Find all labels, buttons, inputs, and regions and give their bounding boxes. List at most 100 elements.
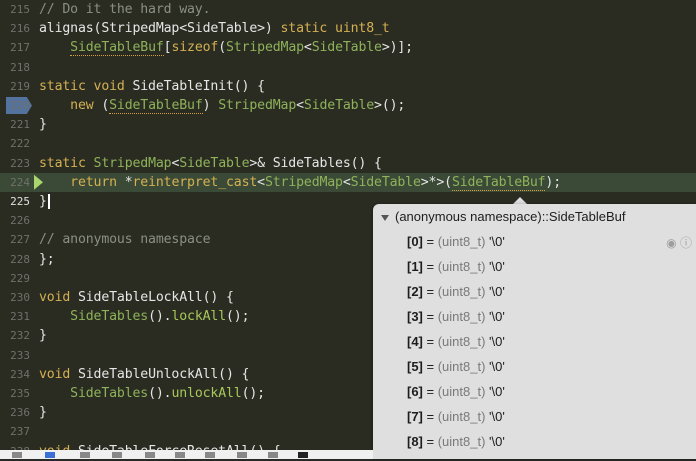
line-number: 220: [10, 99, 30, 112]
line-number: 232: [10, 329, 30, 343]
step-into-icon[interactable]: [145, 452, 155, 458]
code-token: static: [280, 21, 328, 37]
code-token: alignas(StripedMap<SideTable>): [39, 21, 281, 37]
code-token: ().: [148, 309, 172, 325]
variable-row[interactable]: [6] = (uint8_t) '\0': [407, 384, 505, 399]
code-token: StripedMap: [218, 98, 297, 113]
toolbar-icon[interactable]: [12, 452, 22, 458]
code-line[interactable]: 222: [0, 134, 696, 153]
step-out-icon[interactable]: [175, 452, 185, 458]
continue-icon[interactable]: [80, 452, 90, 458]
code-line[interactable]: 221}: [0, 115, 696, 134]
debug-toolbar: [0, 450, 373, 459]
code-line[interactable]: 217 SideTableBuf[sizeof(StripedMap<SideT…: [0, 38, 696, 57]
variable-row[interactable]: [5] = (uint8_t) '\0': [407, 359, 505, 374]
variable-index: [5]: [407, 359, 423, 374]
code-text: // Do it the hard way.: [39, 0, 211, 19]
equals-sign: =: [422, 434, 438, 449]
variable-row[interactable]: [8] = (uint8_t) '\0': [407, 434, 505, 449]
code-line[interactable]: 223 static StripedMap<SideTable>& SideTab…: [0, 154, 696, 173]
variable-index: [7]: [407, 409, 423, 424]
breakpoints-toggle-icon[interactable]: [45, 452, 55, 458]
variable-type: (uint8_t): [437, 234, 486, 249]
variable-index: [1]: [407, 259, 423, 274]
code-text: }: [39, 326, 47, 345]
thread-icon[interactable]: [298, 452, 308, 458]
code-token: SideTableBuf: [70, 40, 164, 57]
code-text: void SideTableUnlockAll() {: [39, 365, 249, 384]
code-text: void SideTableLockAll() {: [39, 288, 234, 307]
view-hierarchy-icon[interactable]: [205, 452, 215, 458]
variable-type: (uint8_t): [437, 259, 486, 274]
code-line[interactable]: 224 return *reinterpret_cast<StripedMap<…: [0, 172, 696, 192]
variable-index: [2]: [407, 284, 423, 299]
disclosure-triangle-icon[interactable]: [381, 214, 389, 221]
code-token: SideTableBuf: [109, 98, 203, 114]
line-number: 218: [10, 60, 30, 74]
code-token: ): [202, 98, 219, 113]
variable-value: '\0': [485, 384, 505, 399]
variable-type: (uint8_t): [437, 434, 486, 449]
code-token: <: [296, 98, 304, 113]
eye-icon[interactable]: ◉: [666, 236, 676, 250]
variable-row[interactable]: [2] = (uint8_t) '\0': [407, 284, 505, 299]
code-token: static: [39, 155, 86, 171]
code-token: void: [39, 366, 71, 382]
popup-icons: ◉ ⓘ: [666, 234, 692, 251]
location-icon[interactable]: [268, 452, 278, 458]
code-token: };: [39, 251, 55, 267]
variable-index: [4]: [407, 334, 423, 349]
equals-sign: =: [422, 284, 438, 299]
popup-title-row[interactable]: (anonymous namespace)::SideTableBuf: [381, 209, 626, 224]
code-token: SideTableUnlockAll() {: [70, 366, 250, 382]
code-token: lockAll: [171, 309, 226, 325]
code-token: // Do it the hard way.: [39, 2, 211, 17]
equals-sign: =: [422, 384, 438, 399]
variable-value: '\0': [485, 409, 505, 424]
code-text: }: [39, 192, 50, 211]
code-line[interactable]: 218: [0, 58, 696, 77]
equals-sign: =: [422, 359, 438, 374]
variable-value: '\0': [485, 284, 505, 299]
line-number: 234: [10, 367, 30, 381]
variable-type: (uint8_t): [437, 284, 486, 299]
variable-inspector-popup[interactable]: (anonymous namespace)::SideTableBuf ◉ ⓘ …: [373, 204, 696, 459]
step-over-icon[interactable]: [112, 452, 122, 458]
line-number: 236: [10, 406, 30, 420]
variable-value: '\0': [485, 359, 505, 374]
variable-row[interactable]: [3] = (uint8_t) '\0': [407, 309, 505, 324]
line-number: 228: [10, 252, 30, 266]
line-number: 235: [10, 387, 30, 400]
variable-row[interactable]: [0] = (uint8_t) '\0': [407, 234, 505, 249]
variable-row[interactable]: [1] = (uint8_t) '\0': [407, 259, 505, 274]
code-line[interactable]: 219 static void SideTableInit() {: [0, 77, 696, 96]
memory-graph-icon[interactable]: [237, 452, 247, 458]
code-line[interactable]: 216 alignas(StripedMap<SideTable>) static…: [0, 19, 696, 38]
code-text: new (SideTableBuf) StripedMap<SideTable>…: [39, 96, 405, 115]
code-text: SideTableBuf[sizeof(StripedMap<SideTable…: [39, 38, 413, 57]
code-token: SideTableLockAll() {: [70, 290, 234, 305]
code-token: sizeof: [171, 40, 219, 56]
variable-index: [8]: [407, 434, 423, 449]
variable-row[interactable]: [4] = (uint8_t) '\0': [407, 334, 505, 349]
text-cursor: [47, 193, 50, 209]
code-text: }: [39, 403, 47, 422]
code-text: alignas(StripedMap<SideTable>) static ui…: [39, 19, 390, 38]
code-line[interactable]: 215 // Do it the hard way.: [0, 0, 696, 19]
code-token: void: [39, 290, 71, 305]
code-token: }: [39, 328, 47, 344]
code-line[interactable]: 220 new (SideTableBuf) StripedMap<SideTa…: [0, 96, 696, 115]
variable-row[interactable]: [7] = (uint8_t) '\0': [407, 409, 505, 424]
variable-type: (uint8_t): [437, 334, 486, 349]
code-token: SideTable: [303, 98, 375, 113]
code-token: <: [342, 174, 351, 190]
info-icon[interactable]: ⓘ: [680, 236, 692, 250]
code-token: StripedMap: [226, 40, 304, 56]
line-number: 237: [10, 425, 30, 439]
equals-sign: =: [422, 409, 438, 424]
